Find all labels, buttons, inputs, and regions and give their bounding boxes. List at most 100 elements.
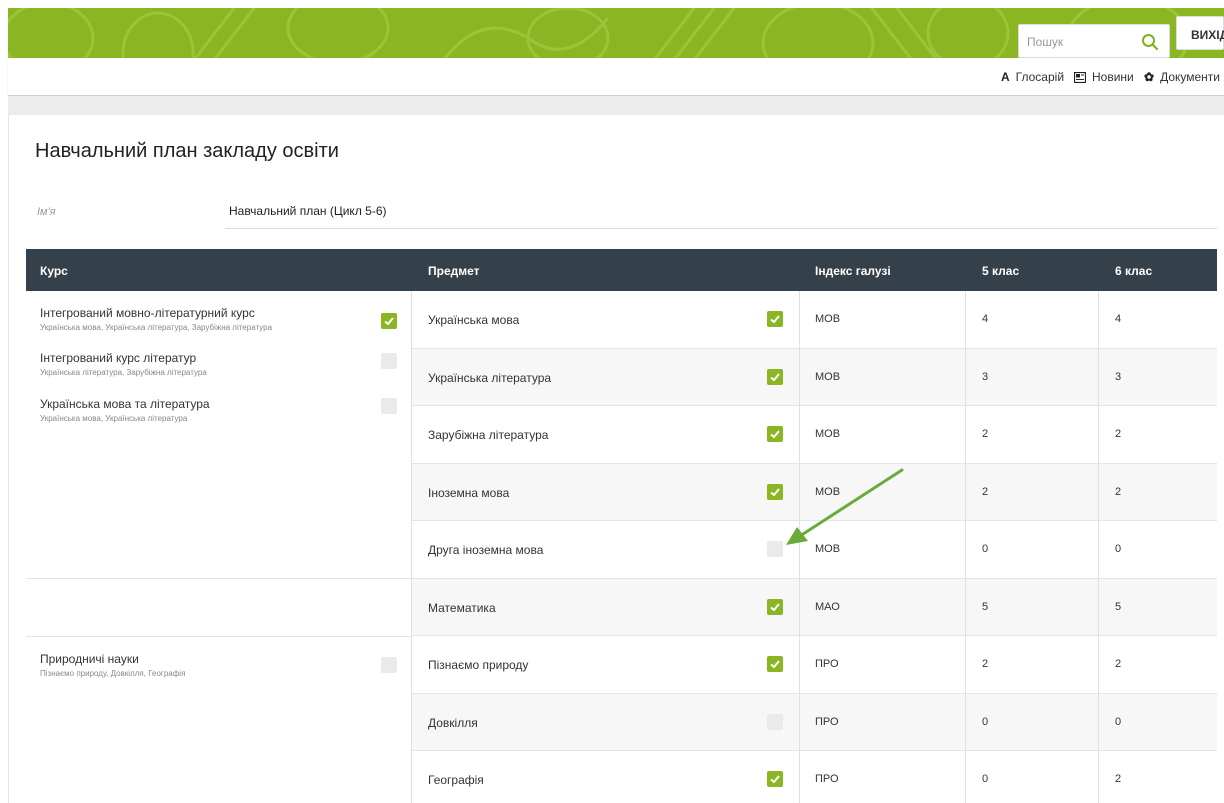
table-row: Українська мова МОВ 4 4 (412, 291, 1217, 349)
subject-checkbox[interactable] (767, 368, 783, 385)
subject-checkbox[interactable] (767, 713, 783, 730)
table-row: Пізнаємо природу ПРО 2 2 (412, 636, 1217, 694)
search-input[interactable]: Пошук (1018, 24, 1170, 58)
subject-checkbox[interactable] (767, 311, 783, 327)
name-field-label: Ім'я (37, 206, 56, 218)
left-border (8, 115, 9, 803)
gear-icon: ✿ (1144, 70, 1155, 84)
column-divider (965, 693, 966, 750)
glossary-icon: А (1001, 70, 1010, 84)
field-index: ПРО (815, 658, 839, 670)
subject-checkbox[interactable] (767, 771, 783, 787)
course-checkbox[interactable] (381, 657, 397, 673)
grade-5-hours[interactable]: 4 (982, 313, 988, 325)
grade-5-hours[interactable]: 5 (982, 601, 988, 613)
column-divider (799, 521, 800, 578)
column-divider (965, 463, 966, 520)
header-subject: Предмет (428, 264, 480, 278)
table-row: Іноземна мова МОВ 2 2 (412, 463, 1217, 521)
course-title: Інтегрований курс літератур (40, 351, 197, 365)
sub-navigation: А Глосарій Новини ✿ Документи (8, 58, 1224, 96)
glossary-link[interactable]: А Глосарій (1001, 70, 1064, 84)
grade-5-hours[interactable]: 3 (982, 371, 988, 383)
documents-link[interactable]: ✿ Документи (1144, 70, 1220, 84)
header-field-index: Індекс галузі (815, 264, 891, 278)
glossary-label: Глосарій (1015, 70, 1065, 84)
column-divider (1098, 751, 1099, 803)
grade-6-hours[interactable]: 2 (1115, 486, 1121, 498)
grade-5-hours[interactable]: 2 (982, 486, 988, 498)
course-item: Інтегрований курс літератур Українська л… (40, 351, 207, 377)
grade-6-hours[interactable]: 5 (1115, 601, 1121, 613)
subject-checkbox[interactable] (767, 483, 783, 500)
grade-6-hours[interactable]: 2 (1115, 658, 1121, 670)
grade-6-hours[interactable]: 0 (1115, 543, 1121, 555)
grade-6-hours[interactable]: 4 (1115, 313, 1121, 325)
column-divider (965, 521, 966, 578)
grade-5-hours[interactable]: 0 (982, 716, 988, 728)
news-link[interactable]: Новини (1074, 70, 1134, 84)
course-subjects: Пізнаємо природу, Довкілля, Географія (40, 669, 186, 678)
course-title: Інтегрований мовно-літературний курс (40, 306, 255, 320)
header-banner: Пошук (8, 8, 1224, 58)
course-group-math (26, 579, 412, 637)
field-index: МОВ (815, 370, 841, 383)
search-icon[interactable] (1141, 33, 1159, 51)
subject-name: Іноземна мова (428, 485, 510, 500)
column-divider (799, 463, 800, 520)
column-divider (1098, 463, 1099, 520)
field-index: ПРО (815, 773, 839, 785)
grade-5-hours[interactable]: 0 (982, 543, 988, 555)
search-placeholder: Пошук (1027, 35, 1064, 49)
checkmark-icon (770, 372, 780, 381)
course-subjects: Українська мова, Українська література, … (40, 323, 273, 332)
subject-name: Зарубіжна література (428, 428, 549, 442)
subject-checkbox[interactable] (767, 426, 783, 442)
course-item: Українська мова та література Українська… (40, 397, 210, 423)
field-index: МАО (815, 600, 840, 613)
field-index: МОВ (815, 428, 841, 440)
subject-checkbox[interactable] (767, 541, 783, 557)
grade-6-hours[interactable]: 0 (1115, 716, 1121, 728)
name-field-value[interactable]: Навчальний план (Цикл 5-6) (229, 204, 387, 218)
course-checkbox[interactable] (381, 398, 397, 414)
checkmark-icon (770, 775, 780, 784)
grade-6-hours[interactable]: 3 (1115, 371, 1121, 383)
news-label: Новини (1092, 70, 1134, 84)
subject-name: Пізнаємо природу (428, 658, 529, 672)
subject-name: Географія (428, 773, 484, 787)
column-divider (965, 291, 966, 348)
column-divider (799, 578, 800, 635)
course-group-language: Інтегрований мовно-літературний курс Укр… (26, 291, 412, 579)
table-row: Математика МАО 5 5 (412, 578, 1217, 636)
documents-label: Документи (1160, 70, 1220, 84)
column-divider (965, 578, 966, 635)
column-divider (965, 751, 966, 803)
grade-5-hours[interactable]: 2 (982, 428, 988, 440)
subject-checkbox[interactable] (767, 656, 783, 672)
course-group-science: Природничі науки Пізнаємо природу, Довкі… (26, 637, 412, 803)
course-checkbox[interactable] (381, 313, 397, 329)
exit-button[interactable]: ВИХІД (1176, 16, 1224, 50)
course-checkbox[interactable] (381, 353, 397, 369)
field-index: МОВ (815, 485, 841, 498)
subject-name: Друга іноземна мова (428, 543, 544, 557)
grade-5-hours[interactable]: 2 (982, 658, 988, 670)
course-item: Природничі науки Пізнаємо природу, Довкі… (40, 652, 185, 678)
subject-checkbox[interactable] (767, 598, 783, 615)
header-grade-6: 6 клас (1115, 264, 1153, 278)
newspaper-icon (1074, 71, 1086, 83)
subject-name: Математика (428, 600, 496, 615)
name-field-underline (225, 228, 1217, 229)
column-divider (799, 751, 800, 803)
grade-6-hours[interactable]: 2 (1115, 773, 1121, 785)
header-course: Курс (40, 264, 68, 278)
course-item: Інтегрований мовно-літературний курс Укр… (40, 306, 272, 332)
grade-6-hours[interactable]: 2 (1115, 428, 1121, 440)
column-divider (965, 636, 966, 693)
checkmark-icon (770, 487, 780, 496)
page-title: Навчальний план закладу освіти (35, 140, 339, 162)
column-divider (799, 693, 800, 750)
column-divider (799, 406, 800, 463)
grade-5-hours[interactable]: 0 (982, 773, 988, 785)
